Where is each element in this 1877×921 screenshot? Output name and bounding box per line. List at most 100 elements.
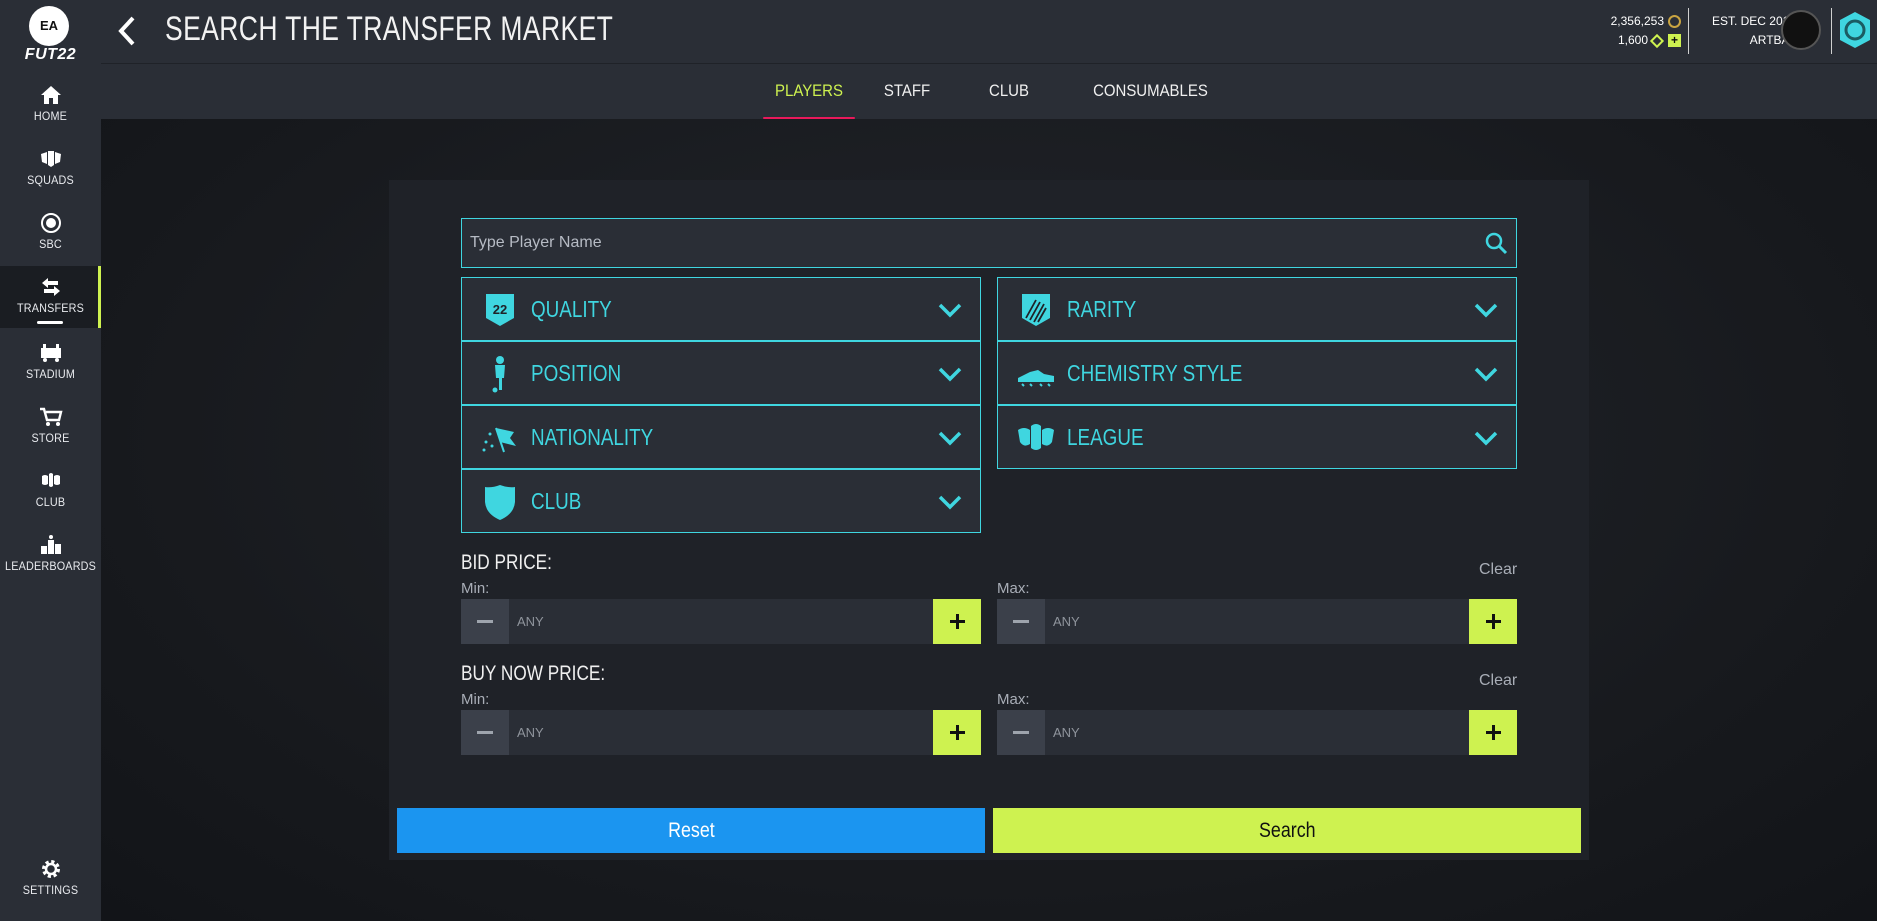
chevron-left-icon (118, 16, 135, 46)
increment-button[interactable] (933, 599, 981, 644)
sidebar-item-leaderboards[interactable]: LEADERBOARDS (0, 522, 101, 584)
sidebar-item-label: STORE (31, 431, 70, 445)
sidebar-item-transfers[interactable]: TRANSFERS (0, 266, 101, 328)
fut22-label: FUT22 (24, 46, 77, 63)
search-button-label: Search (1258, 819, 1316, 842)
nationality-filter[interactable]: NATIONALITY (461, 405, 981, 469)
sidebar-item-store[interactable]: STORE (0, 394, 101, 456)
add-points-button[interactable]: + (1668, 34, 1681, 47)
league-filter[interactable]: LEAGUE (997, 405, 1517, 469)
buy-now-max-input[interactable] (1045, 710, 1469, 755)
bid-min-stepper (461, 599, 981, 644)
buy-now-max-label: Max: (997, 691, 1030, 708)
filter-label: LEAGUE (1067, 424, 1144, 450)
page-title: SEARCH THE TRANSFER MARKET (165, 10, 614, 48)
sidebar-item-squads[interactable]: SQUADS (0, 136, 101, 198)
reset-button[interactable]: Reset (397, 808, 985, 853)
position-icon (492, 356, 505, 393)
club-crest-icon[interactable] (1781, 10, 1821, 50)
rarity-icon (1022, 294, 1050, 326)
club-icon (41, 473, 60, 487)
sidebar-item-stadium[interactable]: STADIUM (0, 330, 101, 392)
quality-filter[interactable]: 22 QUALITY (461, 277, 981, 341)
filter-label: POSITION (531, 360, 622, 386)
sidebar-item-label: STADIUM (25, 367, 76, 381)
increment-button[interactable] (933, 710, 981, 755)
decrement-button[interactable] (997, 710, 1045, 755)
sidebar-item-label: LEADERBOARDS (5, 559, 97, 573)
chevron-down-icon (938, 303, 962, 318)
decrement-button[interactable] (461, 599, 509, 644)
squads-icon (40, 151, 61, 167)
chevron-down-icon (938, 495, 962, 510)
buy-now-min-label: Min: (461, 691, 490, 708)
flag-icon (482, 427, 516, 453)
quality-icon: 22 (486, 294, 514, 326)
header-divider (1831, 8, 1832, 54)
stadium-icon (40, 344, 61, 362)
buy-now-min-stepper (461, 710, 981, 755)
leaderboards-icon (40, 535, 61, 554)
rarity-filter[interactable]: RARITY (997, 277, 1517, 341)
header-divider (1688, 8, 1689, 54)
filter-label: QUALITY (531, 296, 612, 322)
sidebar-item-home[interactable]: HOME (0, 72, 101, 134)
player-search-box (461, 218, 1517, 268)
coin-icon (1668, 15, 1681, 28)
decrement-button[interactable] (997, 599, 1045, 644)
increment-button[interactable] (1469, 599, 1517, 644)
points-value: 1,600 (1617, 33, 1648, 47)
tab-bar: PLAYERS STAFF CLUB ITEMS CONSUMABLES (101, 63, 1877, 154)
bid-price-title: BID PRICE: (461, 551, 552, 574)
tab-club-items[interactable]: CLUB ITEMS (969, 64, 1050, 154)
svg-text:22: 22 (493, 302, 507, 317)
filter-label: NATIONALITY (531, 424, 654, 450)
sidebar-item-sbc[interactable]: SBC (0, 200, 101, 262)
buy-now-price-clear-button[interactable]: Clear (1479, 672, 1517, 690)
chevron-down-icon (1474, 367, 1498, 382)
decrement-button[interactable] (461, 710, 509, 755)
transfers-icon (41, 278, 60, 296)
position-filter[interactable]: POSITION (461, 341, 981, 405)
chevron-down-icon (938, 367, 962, 382)
tab-staff[interactable]: STAFF (881, 64, 934, 120)
club-filter[interactable]: CLUB (461, 469, 981, 533)
sidebar-item-label: CLUB (35, 495, 66, 509)
boot-icon (1018, 370, 1054, 387)
search-icon[interactable] (1484, 231, 1508, 255)
top-header: SEARCH THE TRANSFER MARKET 2,356,253 1,6… (101, 0, 1877, 63)
coins-value: 2,356,253 (1610, 14, 1664, 28)
bid-min-label: Min: (461, 580, 490, 597)
bid-max-stepper (997, 599, 1517, 644)
buy-now-price-title: BUY NOW PRICE: (461, 662, 606, 685)
currency-display: 2,356,253 1,600 + (1611, 12, 1681, 50)
tab-players[interactable]: PLAYERS (763, 64, 855, 120)
sidebar-item-label: TRANSFERS (16, 301, 85, 315)
shield-icon (485, 485, 515, 520)
chevron-down-icon (1474, 303, 1498, 318)
bid-max-input[interactable] (1045, 599, 1469, 644)
buy-now-max-stepper (997, 710, 1517, 755)
sidebar-item-settings[interactable]: SETTINGS (0, 852, 101, 914)
bid-min-input[interactable] (509, 599, 933, 644)
back-button[interactable] (113, 14, 141, 48)
ea-logo: EA (29, 6, 69, 46)
chevron-down-icon (1474, 431, 1498, 446)
sidebar-item-club[interactable]: CLUB (0, 458, 101, 520)
points-icon (1649, 33, 1665, 48)
search-panel: 22 QUALITY POSITION NATIONALITY (389, 180, 1589, 860)
sidebar-item-label: HOME (33, 109, 68, 123)
player-name-input[interactable] (462, 219, 1462, 267)
bid-price-clear-button[interactable]: Clear (1479, 561, 1517, 579)
sidebar-item-label: SETTINGS (22, 883, 79, 897)
season-badge-icon[interactable] (1838, 10, 1872, 50)
gear-icon (41, 860, 60, 878)
increment-button[interactable] (1469, 710, 1517, 755)
buy-now-min-input[interactable] (509, 710, 933, 755)
chemistry-style-filter[interactable]: CHEMISTRY STYLE (997, 341, 1517, 405)
bid-max-label: Max: (997, 580, 1030, 597)
search-button[interactable]: Search (993, 808, 1581, 853)
store-icon (39, 407, 63, 426)
tab-consumables[interactable]: CONSUMABLES (1093, 64, 1208, 120)
sidebar: EA FUT22 HOME SQUADS SBC TRANSFERS STADI… (0, 0, 101, 921)
